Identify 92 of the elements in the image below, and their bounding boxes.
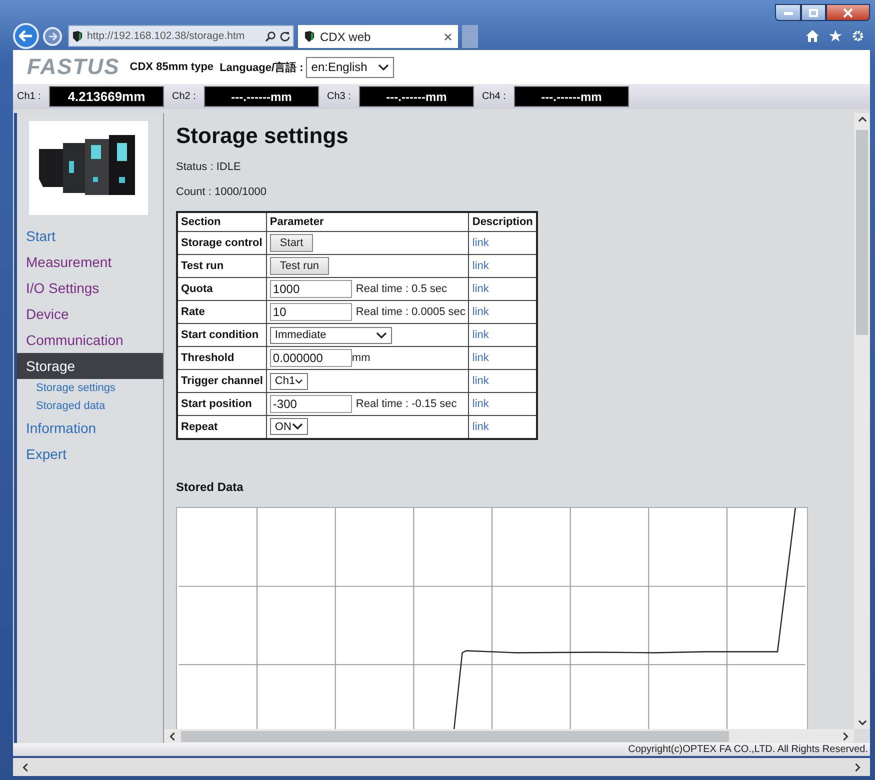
input-field[interactable]: 0.000000 <box>270 349 352 367</box>
count-text: Count : 1000/1000 <box>176 186 268 198</box>
action-button[interactable]: Start <box>270 234 314 252</box>
description-link[interactable]: link <box>472 283 489 295</box>
description-link[interactable]: link <box>472 352 489 364</box>
arrow-right-icon <box>48 32 58 40</box>
back-button[interactable] <box>13 23 39 49</box>
address-field[interactable]: http://192.168.102.38/storage.htm <box>68 25 294 47</box>
copyright-text: Copyright(c)OPTEX FA CO.,LTD. All Rights Reserved. <box>13 743 870 756</box>
note-text: Real time : -0.15 sec <box>356 398 457 410</box>
caret-icon <box>378 64 390 70</box>
scroll-up-icon[interactable] <box>858 115 866 124</box>
description-link[interactable]: link <box>472 306 489 318</box>
home-icon[interactable] <box>806 30 819 42</box>
caret-icon <box>292 423 303 430</box>
sidebar-item[interactable]: Device <box>17 301 163 327</box>
channel-label: Ch1 : <box>17 91 42 102</box>
sidebar-item[interactable]: Information <box>17 415 163 441</box>
table-cell: Storage control <box>177 232 266 254</box>
sidebar-item[interactable]: Communication <box>17 327 163 353</box>
language-label: Language/言語 : <box>220 60 304 74</box>
caret-icon <box>376 332 387 338</box>
model-text: CDX 85mm type <box>130 61 214 73</box>
caret-icon <box>295 378 303 384</box>
sidebar-item[interactable]: Storaged data <box>17 397 163 415</box>
table-cell: Threshold <box>177 346 266 370</box>
arrow-left-icon <box>19 30 33 42</box>
shield-icon <box>72 30 83 42</box>
close-button[interactable] <box>826 4 870 21</box>
scroll-left-icon[interactable] <box>168 732 177 740</box>
column-header: Section <box>177 212 266 232</box>
address-text: http://192.168.102.38/storage.htm <box>87 30 246 42</box>
unit-text: mm <box>352 352 370 364</box>
input-field[interactable]: 10 <box>270 303 352 321</box>
scroll-right-icon[interactable] <box>853 762 862 772</box>
channel-label: Ch3 : <box>327 91 352 102</box>
table-cell: Trigger channel <box>177 370 266 392</box>
sidebar-item[interactable]: Measurement <box>17 249 163 275</box>
note-text: Real time : 0.5 sec <box>356 283 448 295</box>
description-link[interactable]: link <box>472 260 489 272</box>
description-link[interactable]: link <box>472 375 489 387</box>
logo: FASTUS <box>27 54 120 80</box>
channel-display: ---.------mm <box>359 86 474 107</box>
forward-button[interactable] <box>43 26 62 46</box>
description-link[interactable]: link <box>472 420 489 433</box>
status-text: Status : IDLE <box>176 161 242 173</box>
browser-tab[interactable]: CDX web <box>298 25 458 48</box>
description-link[interactable]: link <box>472 237 489 249</box>
sidebar-item[interactable]: Storage <box>17 353 163 379</box>
scroll-left-icon[interactable] <box>21 762 30 772</box>
close-icon[interactable] <box>444 32 452 40</box>
maximize-icon <box>809 8 818 16</box>
sidebar-item[interactable]: I/O Settings <box>17 275 163 301</box>
input-field[interactable]: -300 <box>270 395 352 413</box>
maximize-button[interactable] <box>801 4 826 21</box>
scrollbar-thumb[interactable] <box>856 130 868 335</box>
table-cell: Quota <box>177 278 266 300</box>
page-title: Storage settings <box>176 123 350 149</box>
refresh-icon[interactable] <box>280 30 290 42</box>
scroll-right-icon[interactable] <box>841 732 850 740</box>
channel-label: Ch4 : <box>482 91 507 102</box>
close-icon <box>843 8 853 18</box>
table-cell: Start condition <box>177 324 266 346</box>
channel-label: Ch2 : <box>172 91 197 102</box>
table-cell: Test run <box>177 254 266 278</box>
minimize-icon <box>784 10 792 14</box>
description-link[interactable]: link <box>472 398 489 410</box>
channel-display: ---.------mm <box>204 86 319 107</box>
sidebar-item[interactable]: Expert <box>17 441 163 467</box>
scrollbar-thumb[interactable] <box>181 730 729 742</box>
sidebar-item[interactable]: Start <box>17 223 163 249</box>
input-field[interactable]: 1000 <box>270 280 352 298</box>
note-text: Real time : 0.0005 sec <box>356 306 466 318</box>
column-header: Parameter <box>266 212 469 232</box>
action-button[interactable]: Test run <box>270 257 330 275</box>
sidebar-item[interactable]: Storage settings <box>17 379 163 397</box>
scroll-down-icon[interactable] <box>858 718 866 727</box>
dropdown[interactable]: Ch1 <box>270 372 308 390</box>
dropdown[interactable]: ON <box>270 418 308 436</box>
section-title: Stored Data <box>176 480 244 494</box>
shield-icon <box>304 30 315 43</box>
description-link[interactable]: link <box>472 329 489 341</box>
minimize-button[interactable] <box>775 4 801 21</box>
table-cell: Rate <box>177 300 266 324</box>
language-select[interactable]: en:English <box>306 56 394 78</box>
settings-icon[interactable] <box>852 30 864 42</box>
dropdown[interactable]: Immediate <box>270 326 392 344</box>
table-cell: Start position <box>177 392 266 416</box>
channel-display: ---.------mm <box>514 86 629 107</box>
channel-display: 4.213669mm <box>49 86 164 107</box>
search-icon[interactable] <box>265 30 276 42</box>
star-icon[interactable] <box>829 30 842 42</box>
